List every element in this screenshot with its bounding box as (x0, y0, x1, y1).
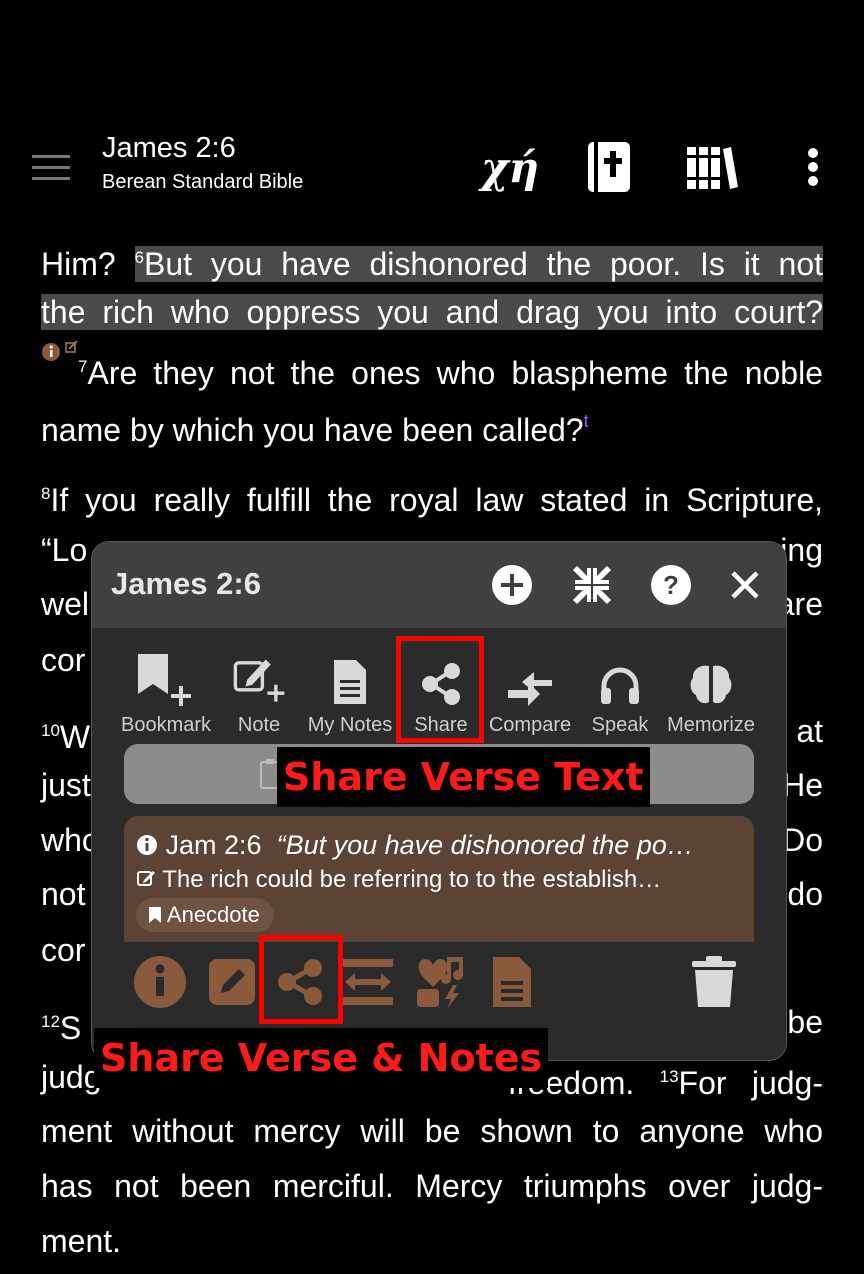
verse-line[interactable]: has not been merciful. Mercy triumphs ov… (41, 1166, 823, 1206)
edit-icon (209, 959, 255, 1005)
delete-note-button[interactable] (686, 954, 742, 1010)
note-toolbar (124, 942, 754, 1026)
verse-text-fragment: judg (41, 1059, 102, 1095)
bookmark-add-icon (138, 654, 191, 706)
swap-lines-icon (343, 959, 393, 1005)
share-note-highlight-box (259, 935, 343, 1024)
note-text: The rich could be referring to to the es… (162, 866, 662, 893)
verse-number: 13 (659, 1067, 679, 1086)
share-verse-text-callout: Share Verse Text (277, 747, 650, 807)
verse-line[interactable]: 8If you really fulfill the royal law sta… (41, 474, 823, 520)
verse-text: For judg- (678, 1065, 824, 1101)
verse-text: W (59, 719, 91, 755)
verse-text-highlighted: But you have dishonored the poor. Is it … (143, 246, 824, 282)
bookmark-icon (149, 907, 161, 923)
popup-title: James 2:6 (111, 566, 261, 601)
media-note-button[interactable] (412, 954, 468, 1010)
close-icon[interactable] (724, 564, 766, 606)
edit-note-button[interactable] (204, 954, 260, 1010)
note-indicator-icons[interactable] (41, 340, 81, 362)
note-body: The rich could be referring to to the es… (136, 866, 661, 894)
speak-label: Speak (591, 714, 649, 736)
verse-text: Him? (41, 246, 135, 282)
note-add-icon (233, 659, 285, 702)
library-icon[interactable] (684, 140, 740, 194)
bible-icon[interactable] (584, 140, 634, 194)
menu-icon[interactable] (32, 155, 70, 181)
verse-number: 6 (134, 248, 144, 267)
compare-icon (508, 672, 552, 706)
memorize-label: Memorize (667, 714, 755, 736)
note-button[interactable]: Note (232, 650, 286, 737)
overflow-menu-icon[interactable] (800, 140, 826, 194)
my-notes-label: My Notes (307, 714, 393, 736)
verse-text-highlighted: the rich who oppress you and drag you in… (41, 294, 823, 330)
note-quote: “But you have dishonored the po… (276, 830, 694, 860)
bookmark-button[interactable]: Bookmark (120, 650, 212, 737)
my-notes-button[interactable]: My Notes (305, 650, 395, 737)
brain-icon (690, 665, 732, 704)
verse-line[interactable]: 7Are they not the ones who blaspheme the… (78, 347, 823, 393)
info-icon (137, 835, 157, 855)
trash-icon (692, 956, 736, 1007)
verse-text: Are they not the ones who blaspheme the … (87, 355, 823, 391)
verse-line[interactable]: the rich who oppress you and drag you in… (41, 292, 823, 332)
verse-number: 12 (41, 1012, 60, 1031)
verse-number: 10 (41, 721, 60, 740)
verse-text: name by which you have been called? (41, 412, 584, 448)
verse-line[interactable]: name by which you have been called?t (41, 401, 823, 450)
share-verse-notes-callout: Share Verse & Notes (94, 1028, 549, 1088)
compare-label: Compare (488, 714, 572, 736)
verse-text: S (59, 1010, 82, 1046)
note-reference: Jam 2:6 (165, 830, 262, 860)
svg-text:?: ? (663, 570, 679, 600)
compare-button[interactable]: Compare (488, 650, 572, 737)
verse-line[interactable]: ment without mercy will be shown to anyo… (41, 1111, 823, 1151)
cross-reference-marker[interactable]: t (584, 411, 589, 431)
share-highlight-box (396, 636, 484, 743)
info-icon (134, 956, 186, 1008)
reference-title[interactable]: James 2:6 (102, 132, 236, 165)
verse-line[interactable]: ment. (41, 1221, 823, 1261)
tag-label: Anecdote (166, 902, 260, 927)
headphones-icon (601, 667, 639, 704)
bookmark-label: Bookmark (120, 714, 212, 736)
document-icon (334, 660, 366, 704)
help-icon[interactable]: ? (650, 564, 692, 606)
note-header: Jam 2:6 “But you have dishonored the po… (136, 830, 694, 861)
add-icon[interactable] (491, 564, 533, 606)
speak-button[interactable]: Speak (590, 650, 650, 737)
heart-music-icon (417, 957, 463, 1009)
greek-toggle-icon[interactable]: χή (480, 140, 540, 194)
compare-note-button[interactable] (340, 954, 396, 1010)
verse-line[interactable]: freedom. 13For judg- (508, 1057, 823, 1103)
verse-line[interactable]: Him? 6But you have dishonored the poor. … (41, 238, 824, 284)
tag-chip[interactable]: Anecdote (136, 898, 274, 932)
popup-header: James 2:6 ? (92, 542, 786, 628)
greek-label: χή (480, 142, 540, 192)
info-icon (42, 340, 78, 361)
collapse-icon[interactable] (571, 564, 613, 606)
note-document-button[interactable] (484, 954, 540, 1010)
translation-subtitle[interactable]: Berean Standard Bible (102, 171, 303, 194)
verse-text: If you really fulfill the royal law stat… (50, 482, 823, 518)
edit-icon (137, 871, 155, 886)
document-icon (493, 957, 531, 1007)
note-card[interactable]: Jam 2:6 “But you have dishonored the po…… (124, 816, 754, 1026)
note-label: Note (237, 714, 281, 736)
memorize-button[interactable]: Memorize (664, 650, 758, 737)
info-button[interactable] (132, 954, 188, 1010)
